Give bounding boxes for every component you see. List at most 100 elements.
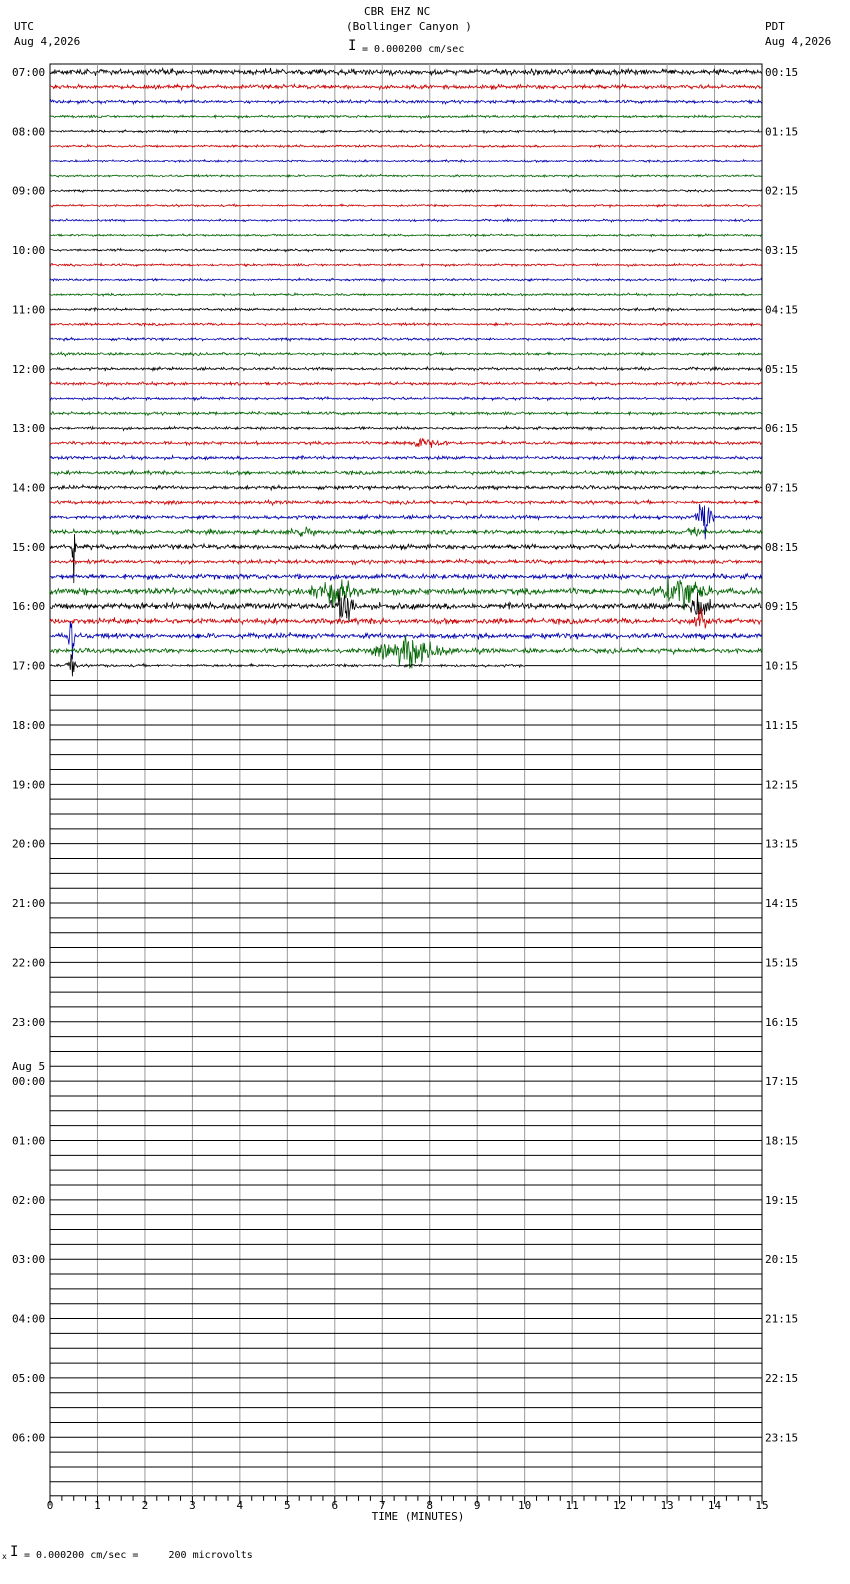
seismic-trace [49,395,763,402]
pdt-hour-label: 02:15 [765,185,798,198]
utc-hour-label: 12:00 [12,363,45,376]
seismic-trace [49,351,763,358]
seismic-trace [49,247,762,253]
utc-hour-label: 22:00 [12,956,45,969]
pdt-hour-label: 17:15 [765,1075,798,1088]
seismic-trace [49,143,763,149]
pdt-hour-label: 08:15 [765,541,798,554]
pdt-hour-label: 13:15 [765,838,798,851]
helicorder-plot: 07:00 00:15 08:00 01:15 09:00 02:15 10:00 03:15… [12,63,798,1523]
plot-frame [49,63,763,1497]
plot-grid [49,63,763,1497]
seismic-trace [49,454,763,462]
seismic-trace [50,483,763,492]
seismic-trace [49,607,763,629]
utc-hour-label: 17:00 [12,660,45,673]
utc-hour-label: 00:00 [12,1075,45,1088]
pdt-hour-label: 19:15 [765,1194,798,1207]
x-tick-label: 2 [142,1499,149,1512]
utc-hour-label: 19:00 [12,778,45,791]
seismic-trace [49,336,762,343]
x-tick-label: 5 [284,1499,291,1512]
seismic-trace [49,380,763,388]
pdt-hour-label: 14:15 [765,897,798,910]
utc-hour-label: 23:00 [12,1016,45,1029]
seismic-trace [49,572,763,581]
seismic-trace [49,469,763,477]
pdt-hour-label: 11:15 [765,719,798,732]
pdt-hour-label: 22:15 [765,1372,798,1385]
seismic-trace [49,291,763,298]
pdt-hour-label: 15:15 [765,956,798,969]
x-tick-label: 4 [237,1499,244,1512]
pdt-hour-label: 06:15 [765,422,798,435]
utc-hour-label: 11:00 [12,303,45,316]
utc-hour-label: 21:00 [12,897,45,910]
x-tick-label: 0 [47,1499,54,1512]
utc-hour-label: 04:00 [12,1313,45,1326]
x-tick-label: 3 [189,1499,196,1512]
pdt-hour-label: 10:15 [765,660,798,673]
seismic-trace [49,158,762,164]
utc-hour-label: 13:00 [12,422,45,435]
utc-hour-label: 10:00 [12,244,45,257]
x-axis: TIME (MINUTES) 0 1 2 3 4 5 6 7 8 9 10 11 12 13 14 15 [47,1495,769,1523]
utc-hour-label: 03:00 [12,1253,45,1266]
utc-hour-label: 20:00 [12,838,45,851]
seismic-trace [49,98,763,106]
seismic-trace [49,203,763,209]
utc-hour-label: 16:00 [12,600,45,613]
x-axis-label: TIME (MINUTES) [372,1510,465,1523]
pdt-hour-label: 04:15 [765,303,798,316]
pdt-hour-label: 03:15 [765,244,798,257]
pdt-hour-label: 00:15 [765,66,798,79]
x-tick-label: 8 [426,1499,433,1512]
pdt-hour-label: 21:15 [765,1313,798,1326]
pdt-hour-label: 18:15 [765,1134,798,1147]
seismic-trace [49,82,763,92]
utc-hour-label: 14:00 [12,482,45,495]
seismic-trace [49,232,763,238]
seismic-trace [49,188,763,194]
seismic-trace [49,437,763,448]
utc-hour-label: 09:00 [12,185,45,198]
x-tick-label: 9 [474,1499,481,1512]
utc-hour-label: 07:00 [12,66,45,79]
pdt-hour-label: 20:15 [765,1253,798,1266]
x-tick-label: 7 [379,1499,386,1512]
seismic-trace [49,409,763,417]
seismic-trace [49,557,763,566]
seismic-trace [49,424,762,432]
seismic-trace [49,173,763,179]
pdt-hour-label: 07:15 [765,482,798,495]
seismic-trace [49,503,763,540]
seismic-trace [49,526,763,537]
seismic-trace [49,128,763,135]
seismic-trace [49,66,763,77]
seismic-trace [49,321,763,328]
seismic-trace [49,498,763,507]
utc-hour-label: 18:00 [12,719,45,732]
seismic-trace [49,277,763,283]
x-tick-label: 14 [708,1499,722,1512]
pdt-hour-label: 01:15 [765,125,798,138]
x-tick-label: 11 [566,1499,579,1512]
seismic-trace [49,635,762,669]
utc-hour-label: 06:00 [12,1431,45,1444]
utc-hour-label: 15:00 [12,541,45,554]
trace-group [49,66,763,677]
x-tick-label: 12 [613,1499,626,1512]
utc-hour-label: 08:00 [12,125,45,138]
pdt-hour-label: 23:15 [765,1431,798,1444]
utc-hour-label: 05:00 [12,1372,45,1385]
utc-hour-label: 01:00 [12,1134,45,1147]
seismic-trace [49,113,763,120]
date-change-label: Aug 5 [12,1060,45,1073]
seismic-trace [49,306,762,313]
pdt-hour-label: 12:15 [765,778,798,791]
seismic-trace [49,217,763,224]
pdt-hour-label: 16:15 [765,1016,798,1029]
pdt-hour-label: 05:15 [765,363,798,376]
x-tick-label: 13 [660,1499,673,1512]
x-tick-label: 1 [94,1499,101,1512]
